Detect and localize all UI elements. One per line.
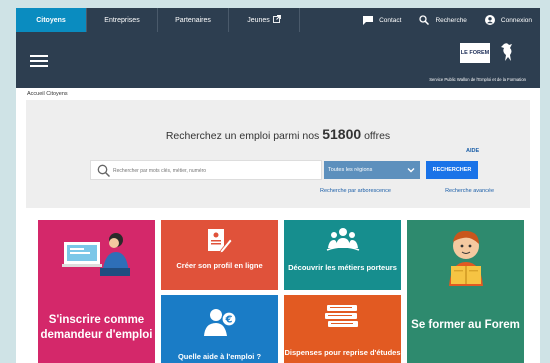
user-icon xyxy=(484,15,495,25)
tab-citoyens[interactable]: Citoyens xyxy=(16,8,87,32)
student-reading-icon xyxy=(449,230,483,286)
help-link[interactable]: AIDE xyxy=(466,148,479,154)
tab-label: Entreprises xyxy=(104,16,140,24)
tile-label: Se former au Forem xyxy=(411,318,520,331)
tile-create-profile[interactable]: Créer son profil en ligne xyxy=(161,220,278,290)
search-links: Recherche par arborescence Recherche ava… xyxy=(320,188,494,194)
login-label: Connexion xyxy=(500,16,532,24)
utility-bar: Contact Recherche Connexion xyxy=(300,8,540,32)
tile-discover-jobs[interactable]: Découvrir les métiers porteurs xyxy=(284,220,401,290)
headline-prefix: Recherchez un emploi parmi nos xyxy=(165,130,320,142)
job-search-panel: Recherchez un emploi parmi nos 51800 off… xyxy=(26,100,530,208)
forem-logo[interactable]: LE FOREM xyxy=(459,42,491,64)
tab-jeunes[interactable]: Jeunes xyxy=(229,8,300,32)
menu-icon[interactable] xyxy=(30,55,48,67)
tab-label: Jeunes xyxy=(247,16,270,24)
books-icon xyxy=(325,305,358,327)
search-button[interactable]: RECHERCHER xyxy=(426,161,478,179)
chevron-down-icon xyxy=(407,168,415,173)
keyword-search-input[interactable] xyxy=(113,164,313,177)
region-value: Toutes les régions xyxy=(328,167,373,173)
contact-link[interactable]: Contact xyxy=(363,15,402,25)
tile-label: Découvrir les métiers porteurs xyxy=(288,263,397,272)
tab-label: Citoyens xyxy=(36,16,66,24)
tile-register-jobseeker[interactable]: S'inscrire comme demandeur d'emploi xyxy=(38,220,155,363)
tab-label: Partenaires xyxy=(175,16,211,24)
advanced-search-link[interactable]: Recherche avancée xyxy=(445,188,494,194)
chat-icon xyxy=(363,15,374,25)
search-box xyxy=(90,160,322,180)
computer-user-icon xyxy=(62,233,130,276)
tile-employment-aid[interactable]: € Quelle aide à l'emploi ? xyxy=(161,295,278,363)
search-headline: Recherchez un emploi parmi nos 51800 off… xyxy=(26,126,530,142)
top-navigation: Citoyens Entreprises Partenaires Jeunes … xyxy=(16,8,540,32)
site-tagline: Service Public Wallon de l'Emploi et de … xyxy=(429,77,526,82)
search-link[interactable]: Recherche xyxy=(419,15,467,25)
search-icon xyxy=(97,164,110,177)
document-pen-icon xyxy=(208,229,233,254)
login-link[interactable]: Connexion xyxy=(484,15,532,25)
person-euro-icon: € xyxy=(204,309,237,336)
tile-label: Quelle aide à l'emploi ? xyxy=(177,351,262,361)
external-link-icon xyxy=(272,15,281,25)
group-people-icon xyxy=(326,228,360,251)
tile-label: S'inscrire comme demandeur d'emploi xyxy=(40,314,153,341)
tab-entreprises[interactable]: Entreprises xyxy=(87,8,158,32)
logo-text: LE FOREM xyxy=(460,50,490,56)
page-frame: Citoyens Entreprises Partenaires Jeunes … xyxy=(16,8,540,363)
contact-label: Contact xyxy=(379,16,402,24)
svg-text:€: € xyxy=(225,315,233,326)
search-icon xyxy=(419,15,430,25)
tab-partenaires[interactable]: Partenaires xyxy=(158,8,229,32)
tile-label: Dispenses pour reprise d'études xyxy=(284,347,401,357)
tree-search-link[interactable]: Recherche par arborescence xyxy=(320,188,391,194)
search-label: Recherche xyxy=(435,16,467,24)
tile-label: Créer son profil en ligne xyxy=(176,261,263,270)
rooster-icon xyxy=(501,43,512,61)
breadcrumb: Accueil Citoyens xyxy=(27,91,68,97)
job-count: 51800 xyxy=(322,126,362,142)
tile-training[interactable]: Se former au Forem xyxy=(407,220,524,363)
headline-suffix: offres xyxy=(364,130,391,142)
region-select[interactable]: Toutes les régions xyxy=(324,161,420,179)
tile-study-exemptions[interactable]: Dispenses pour reprise d'études xyxy=(284,295,401,363)
site-header: LE FOREM Service Public Wallon de l'Empl… xyxy=(16,32,540,88)
